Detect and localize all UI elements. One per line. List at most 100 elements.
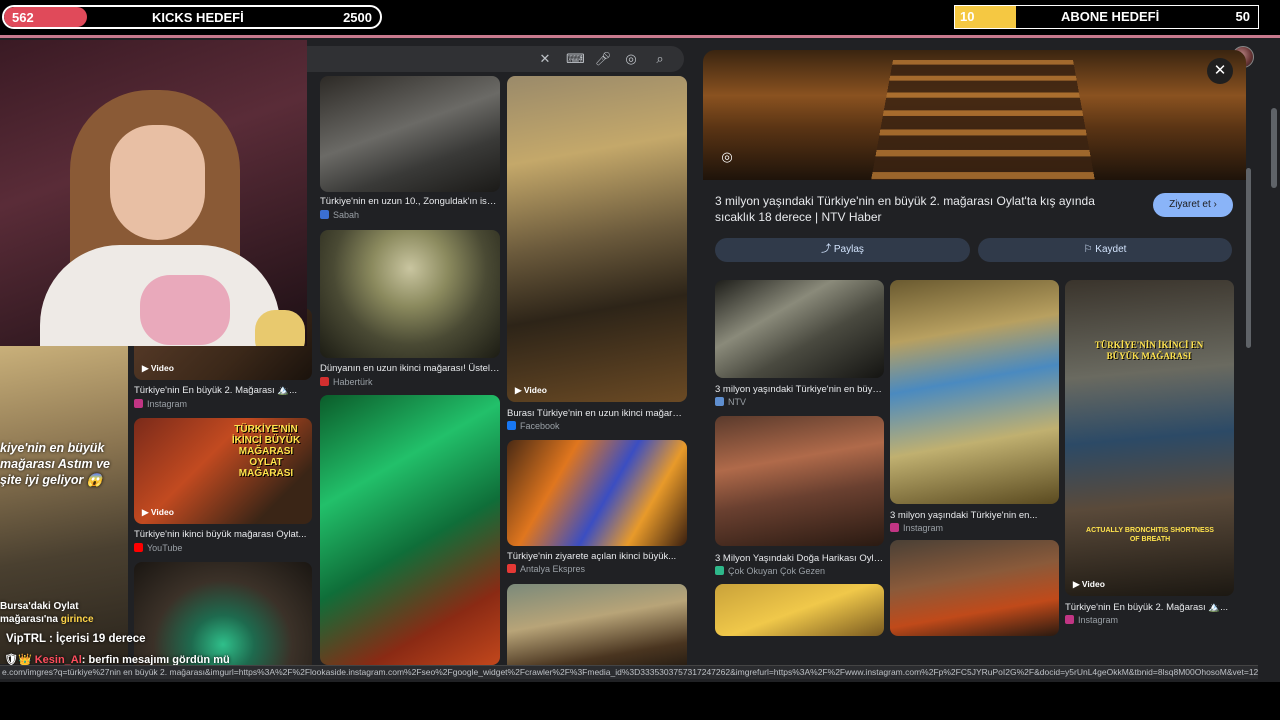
status-url: e.com/imgres?q=türkiye%27nin en büyük 2.… <box>0 665 1258 679</box>
result-caption[interactable]: Türkiye'nin En büyük 2. Mağarası 🏔️... <box>134 385 312 396</box>
result-source: YouTube <box>134 543 182 553</box>
sabah-icon <box>320 210 329 219</box>
antalya-ekspres-icon <box>507 564 516 573</box>
related-image-6[interactable]: TÜRKİYE'NİN İKİNCİ EN BÜYÜK MAĞARASI ACT… <box>1065 280 1234 596</box>
haberturk-icon <box>320 377 329 386</box>
site-icon <box>715 566 724 575</box>
result-image-col2-2[interactable] <box>320 230 500 358</box>
result-source: Sabah <box>320 210 359 220</box>
related-caption[interactable]: Türkiye'nin En büyük 2. Mağarası 🏔️... <box>1065 602 1234 613</box>
result-source: Instagram <box>134 399 187 409</box>
alert-subtext-highlight: girince <box>60 614 94 625</box>
result-image-col3-3[interactable] <box>507 584 687 672</box>
visit-button[interactable]: Ziyaret et › <box>1153 193 1233 217</box>
instagram-icon <box>890 523 899 532</box>
video-badge: Video <box>515 385 547 396</box>
kicks-goal-bar: 562 KICKS HEDEFİ 2500 <box>2 5 382 29</box>
related-source: Instagram <box>890 523 943 533</box>
source-label: Antalya Ekspres <box>520 564 586 574</box>
source-label: Instagram <box>147 399 188 409</box>
alert-headline: kiye'nin en büyük mağarası Astım ve şite… <box>0 441 111 487</box>
abone-goal-current: 10 <box>960 9 975 24</box>
panel-scrollbar[interactable] <box>1246 88 1252 660</box>
thumbnail-overlay-subtext: ACTUALLY BRONCHITIS SHORTNESS OF BREATH <box>1086 527 1214 543</box>
bookmark-icon: ⚐ <box>1083 244 1096 255</box>
screen: ✕ ⌨ 🎤︎ ◎ ⌕ ⋮⋮ Video Türkiye'nin En büyük… <box>0 0 1280 720</box>
share-label: Paylaş <box>833 244 864 255</box>
thumbnail-overlay-text: TÜRKİYE'NİN İKİNCİ BÜYÜK MAĞARASI OYLAT … <box>231 424 301 479</box>
search-icon[interactable]: ⌕ <box>651 50 669 68</box>
related-source: Instagram <box>1065 615 1118 625</box>
related-caption[interactable]: 3 milyon yaşındaki Türkiye'nin en... <box>890 510 1059 521</box>
video-badge: Video <box>142 507 174 518</box>
result-source: Antalya Ekspres <box>507 564 585 574</box>
source-label: Instagram <box>903 523 944 533</box>
streamer-face <box>110 125 205 240</box>
related-caption[interactable]: 3 milyon yaşındaki Türkiye'nin en büyük.… <box>715 384 884 395</box>
related-image-1[interactable] <box>715 280 884 378</box>
related-image-5[interactable] <box>890 540 1059 636</box>
mic-icon[interactable]: 🎤︎ <box>594 50 612 68</box>
save-button[interactable]: ⚐ Kaydet <box>978 238 1232 262</box>
share-button[interactable]: ⤴ Paylaş <box>715 238 970 262</box>
video-badge: Video <box>1073 579 1105 590</box>
result-caption[interactable]: Türkiye'nin ikinci büyük mağarası Oylat.… <box>134 529 312 540</box>
video-badge: Video <box>142 363 174 374</box>
result-image-col3-2[interactable] <box>507 440 687 546</box>
scrollbar-thumb[interactable] <box>1271 108 1277 188</box>
related-source: NTV <box>715 397 746 407</box>
youtube-icon <box>134 543 143 552</box>
plush-toy <box>255 310 305 346</box>
panel-title[interactable]: 3 milyon yaşındaki Türkiye'nin en büyük … <box>715 193 1135 225</box>
kicks-goal-current: 562 <box>12 10 34 25</box>
result-caption[interactable]: Türkiye'nin ziyarete açılan ikinci büyük… <box>507 551 687 562</box>
plush-toy <box>140 275 230 345</box>
share-icon: ⤴ <box>821 244 834 255</box>
result-source: Facebook <box>507 421 560 431</box>
result-caption[interactable]: Dünyanın en uzun ikinci mağarası! Üsteli… <box>320 363 500 374</box>
kicks-goal-title: KICKS HEDEFİ <box>152 10 244 25</box>
lens-icon[interactable]: ◎ <box>717 147 737 167</box>
close-icon[interactable]: ✕ <box>536 50 554 68</box>
bottom-letterbox <box>0 682 1280 720</box>
source-label: Sabah <box>333 210 360 220</box>
webcam-feed <box>0 40 307 346</box>
instagram-icon <box>1065 615 1074 624</box>
overlay-divider <box>0 35 1280 38</box>
hero-image[interactable]: ✕ ◎ <box>703 50 1246 180</box>
source-label: NTV <box>728 397 746 407</box>
search-bar[interactable]: ✕ ⌨ 🎤︎ ◎ ⌕ <box>300 46 684 72</box>
close-icon[interactable]: ✕ <box>1207 58 1233 84</box>
thumbnail-overlay-text: TÜRKİYE'NİN İKİNCİ EN BÜYÜK MAĞARASI <box>1094 340 1204 361</box>
result-image-col2-3[interactable] <box>320 395 500 665</box>
abone-goal-target: 50 <box>1235 9 1250 24</box>
result-image-col2-1[interactable] <box>320 76 500 192</box>
source-label: Facebook <box>520 421 560 431</box>
save-label: Kaydet <box>1095 244 1127 255</box>
source-label: Çok Okuyan Çok Gezen <box>728 566 826 576</box>
instagram-icon <box>134 399 143 408</box>
related-image-3[interactable] <box>715 584 884 636</box>
lens-icon[interactable]: ◎ <box>622 50 640 68</box>
kicks-goal-target: 2500 <box>343 10 372 25</box>
related-caption[interactable]: 3 Milyon Yaşındaki Doğa Harikası Oylat..… <box>715 553 884 564</box>
abone-goal-bar: 10 ABONE HEDEFİ 50 <box>954 5 1259 29</box>
chat-message: VipTRL : İçerisi 19 derece <box>6 633 146 645</box>
alert-subtext: Bursa'daki Oylat mağarası'na girince <box>0 600 130 626</box>
related-source: Çok Okuyan Çok Gezen <box>715 566 825 576</box>
result-caption[interactable]: Türkiye'nin en uzun 10., Zonguldak'ın is… <box>320 196 500 207</box>
result-image-col3-1[interactable]: Video <box>507 76 687 402</box>
source-label: Instagram <box>1078 615 1119 625</box>
related-image-4[interactable] <box>890 280 1059 504</box>
result-caption[interactable]: Burası Türkiye'nin en uzun ikinci mağara… <box>507 408 687 419</box>
keyboard-icon[interactable]: ⌨ <box>566 50 585 68</box>
facebook-icon <box>507 421 516 430</box>
scrollbar-thumb[interactable] <box>1246 168 1251 348</box>
page-scrollbar[interactable] <box>1268 48 1280 688</box>
source-label: YouTube <box>147 543 183 553</box>
result-image-col1-2[interactable]: TÜRKİYE'NİN İKİNCİ BÜYÜK MAĞARASI OYLAT … <box>134 418 312 524</box>
source-label: Habertürk <box>333 377 373 387</box>
stream-overlay-bar: 562 KICKS HEDEFİ 2500 10 ABONE HEDEFİ 50 <box>0 0 1280 36</box>
related-image-2[interactable] <box>715 416 884 546</box>
stairs-graphic <box>870 60 1096 180</box>
